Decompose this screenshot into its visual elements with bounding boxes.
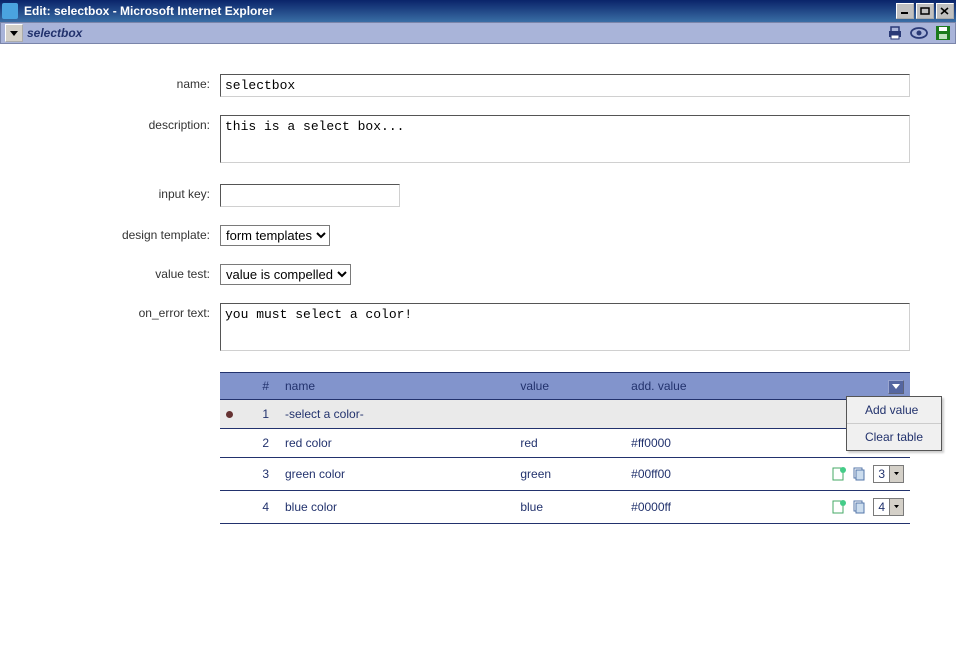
minimize-button[interactable] (896, 3, 914, 19)
table-row[interactable]: 2red colorred#ff0000 (220, 428, 910, 457)
label-on-error: on_error text: (20, 303, 220, 320)
col-name: name (279, 373, 514, 400)
row-order-select[interactable]: 3 (873, 465, 904, 483)
copy-row-icon[interactable] (850, 498, 868, 516)
row-value-test: value test: value is compelled (20, 264, 936, 285)
table-row[interactable]: 4blue colorblue#0000ff4 (220, 490, 910, 523)
toolbar-dropdown-button[interactable] (5, 24, 23, 42)
copy-row-icon[interactable] (850, 465, 868, 483)
row-value: green (514, 457, 625, 490)
row-name: name: (20, 74, 936, 97)
col-addvalue: add. value (625, 373, 800, 400)
row-num: 2 (239, 428, 279, 457)
row-name: red color (279, 428, 514, 457)
row-addvalue: #00ff00 (625, 457, 800, 490)
window-titlebar: Edit: selectbox - Microsoft Internet Exp… (0, 0, 956, 22)
on-error-input[interactable]: you must select a color! (220, 303, 910, 351)
value-test-select[interactable]: value is compelled (220, 264, 351, 285)
values-table: # name value add. value 1-select a color… (220, 372, 910, 524)
label-input-key: input key: (20, 184, 220, 201)
row-name: blue color (279, 490, 514, 523)
row-order-select[interactable]: 4 (873, 498, 904, 516)
current-row-dot-icon (226, 411, 233, 418)
row-actions: 4 (800, 490, 910, 523)
table-row[interactable]: 1-select a color- (220, 399, 910, 428)
row-num: 4 (239, 490, 279, 523)
table-row[interactable]: 3green colorgreen#00ff003 (220, 457, 910, 490)
chevron-down-icon (889, 466, 903, 482)
chevron-down-icon (889, 499, 903, 515)
window-title: Edit: selectbox - Microsoft Internet Exp… (22, 4, 896, 18)
row-design-template: design template: form templates (20, 225, 936, 246)
label-description: description: (20, 115, 220, 132)
toolbar: selectbox (0, 22, 956, 44)
label-design-template: design template: (20, 225, 220, 242)
save-icon[interactable] (934, 24, 952, 42)
label-value-test: value test: (20, 264, 220, 281)
row-name: green color (279, 457, 514, 490)
row-actions: 3 (800, 457, 910, 490)
row-num: 1 (239, 399, 279, 428)
label-values (20, 372, 220, 375)
row-input-key: input key: (20, 184, 936, 207)
input-key-input[interactable] (220, 184, 400, 207)
edit-row-icon[interactable] (830, 498, 848, 516)
row-values: # name value add. value 1-select a color… (20, 372, 936, 524)
row-addvalue: #0000ff (625, 490, 800, 523)
col-num: # (239, 373, 279, 400)
ie-icon (2, 3, 18, 19)
row-on-error: on_error text: you must select a color! (20, 303, 936, 354)
toolbar-title: selectbox (27, 26, 82, 40)
row-addvalue (625, 399, 800, 428)
design-template-select[interactable]: form templates (220, 225, 330, 246)
row-order-value: 4 (874, 500, 889, 514)
name-input[interactable] (220, 74, 910, 97)
row-value: red (514, 428, 625, 457)
row-marker (220, 490, 239, 523)
close-button[interactable] (936, 3, 954, 19)
preview-icon[interactable] (910, 24, 928, 42)
maximize-button[interactable] (916, 3, 934, 19)
row-value (514, 399, 625, 428)
edit-row-icon[interactable] (830, 465, 848, 483)
print-icon[interactable] (886, 24, 904, 42)
row-addvalue: #ff0000 (625, 428, 800, 457)
col-value: value (514, 373, 625, 400)
row-num: 3 (239, 457, 279, 490)
col-marker (220, 373, 239, 400)
row-marker (220, 399, 239, 428)
row-marker (220, 457, 239, 490)
description-input[interactable]: this is a select box... (220, 115, 910, 163)
table-header-row: # name value add. value (220, 373, 910, 400)
menu-add-value[interactable]: Add value (847, 397, 941, 423)
menu-clear-table[interactable]: Clear table (847, 423, 941, 450)
row-order-value: 3 (874, 467, 889, 481)
row-marker (220, 428, 239, 457)
table-context-menu: Add value Clear table (846, 396, 942, 451)
row-description: description: this is a select box... (20, 115, 936, 166)
form-content: name: description: this is a select box.… (0, 44, 956, 562)
row-name: -select a color- (279, 399, 514, 428)
table-header-dropdown-button[interactable] (888, 380, 904, 394)
label-name: name: (20, 74, 220, 91)
row-value: blue (514, 490, 625, 523)
